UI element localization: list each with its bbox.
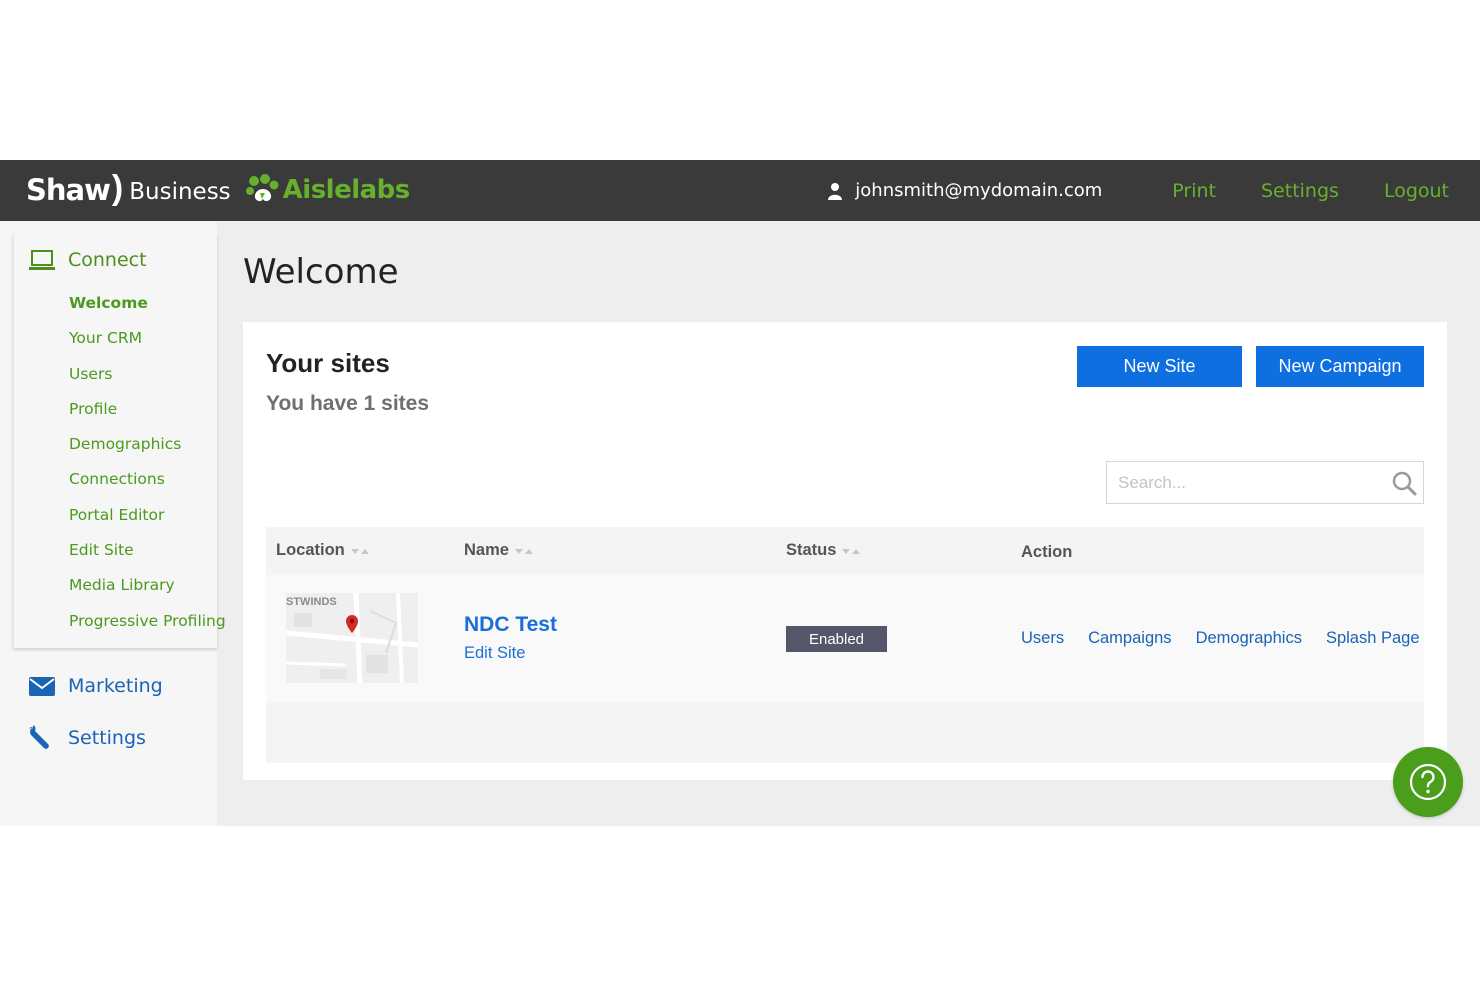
wrench-icon: [28, 725, 56, 751]
print-link[interactable]: Print: [1172, 180, 1216, 202]
action-campaigns-link[interactable]: Campaigns: [1088, 629, 1171, 648]
sidebar-section-connect[interactable]: Connect: [28, 247, 147, 273]
sidebar-settings-label: Settings: [68, 727, 146, 749]
brand-business: Business: [129, 179, 231, 205]
action-users-link[interactable]: Users: [1021, 629, 1064, 648]
sites-title: Your sites: [266, 348, 390, 378]
top-bar: Shaw ) Business Aislelabs johnsmith@mydo…: [0, 160, 1480, 221]
column-header-action: Action: [1021, 543, 1072, 562]
row-actions: Users Campaigns Demographics Splash Page: [1021, 629, 1444, 648]
sidebar-item-demographics[interactable]: Demographics: [69, 432, 226, 467]
column-status-label: Status: [786, 541, 837, 559]
sidebar-item-media-library[interactable]: Media Library: [69, 573, 226, 608]
sort-icon: [842, 548, 861, 554]
column-header-location[interactable]: Location: [276, 541, 369, 560]
column-action-label: Action: [1021, 543, 1073, 561]
new-site-button[interactable]: New Site: [1077, 346, 1242, 387]
brand-aislelabs: Aislelabs: [282, 175, 411, 205]
logout-link[interactable]: Logout: [1384, 180, 1449, 202]
column-header-status[interactable]: Status: [786, 541, 861, 560]
sidebar-item-portal-editor[interactable]: Portal Editor: [69, 503, 226, 538]
sidebar: Connect Welcome Your CRM Users Profile D…: [0, 221, 226, 826]
search-icon[interactable]: [1391, 470, 1417, 496]
sidebar-section-settings[interactable]: Settings: [28, 725, 146, 751]
user-email[interactable]: johnsmith@mydomain.com: [855, 180, 1102, 201]
new-campaign-button[interactable]: New Campaign: [1256, 346, 1424, 387]
envelope-icon: [28, 673, 56, 699]
edit-site-link[interactable]: Edit Site: [464, 644, 525, 663]
column-name-label: Name: [464, 541, 509, 559]
question-mark-icon: [1409, 763, 1447, 801]
sidebar-item-welcome[interactable]: Welcome: [69, 291, 226, 326]
app-window: Shaw ) Business Aislelabs johnsmith@mydo…: [0, 160, 1480, 826]
column-location-label: Location: [276, 541, 345, 559]
sidebar-section-marketing[interactable]: Marketing: [28, 673, 163, 699]
sites-count: You have 1 sites: [266, 392, 430, 415]
location-map-thumbnail[interactable]: STWINDS: [286, 593, 418, 683]
action-demographics-link[interactable]: Demographics: [1196, 629, 1302, 648]
status-badge: Enabled: [786, 626, 887, 652]
laptop-icon: [28, 247, 56, 273]
site-name-link[interactable]: NDC Test: [464, 613, 557, 637]
action-splash-page-link[interactable]: Splash Page: [1326, 629, 1420, 648]
sidebar-item-connections[interactable]: Connections: [69, 467, 226, 502]
sort-icon: [514, 548, 533, 554]
column-header-name[interactable]: Name: [464, 541, 533, 560]
top-nav: johnsmith@mydomain.com Print Settings Lo…: [827, 160, 1449, 221]
sidebar-item-edit-site[interactable]: Edit Site: [69, 538, 226, 573]
search-box: [1106, 461, 1424, 504]
sidebar-item-your-crm[interactable]: Your CRM: [69, 326, 226, 361]
table-header: Location Name Status Action: [266, 527, 1424, 575]
brand-logo[interactable]: Shaw ) Business Aislelabs: [26, 168, 411, 210]
aislelabs-paw-icon: [245, 174, 279, 202]
sidebar-item-users[interactable]: Users: [69, 362, 226, 397]
user-icon: [828, 182, 843, 200]
sidebar-connect-label: Connect: [68, 249, 147, 271]
sort-icon: [350, 548, 369, 554]
sidebar-marketing-label: Marketing: [68, 675, 163, 697]
brand-paren: ): [111, 168, 124, 207]
connect-submenu: Welcome Your CRM Users Profile Demograph…: [69, 291, 226, 644]
sites-table: Location Name Status Action STWINDS NDC …: [266, 527, 1424, 763]
search-input[interactable]: [1107, 462, 1387, 503]
table-row: STWINDS NDC Test Edit Site Enabled Users…: [266, 575, 1424, 701]
map-label: STWINDS: [286, 596, 337, 608]
brand-shaw: Shaw: [26, 173, 111, 207]
sites-card: Your sites You have 1 sites New Site New…: [243, 322, 1447, 780]
sidebar-item-progressive-profiling[interactable]: Progressive Profiling: [69, 609, 226, 644]
settings-link[interactable]: Settings: [1261, 180, 1339, 202]
page-title: Welcome: [243, 252, 399, 292]
help-button[interactable]: [1393, 747, 1463, 817]
sidebar-item-profile[interactable]: Profile: [69, 397, 226, 432]
